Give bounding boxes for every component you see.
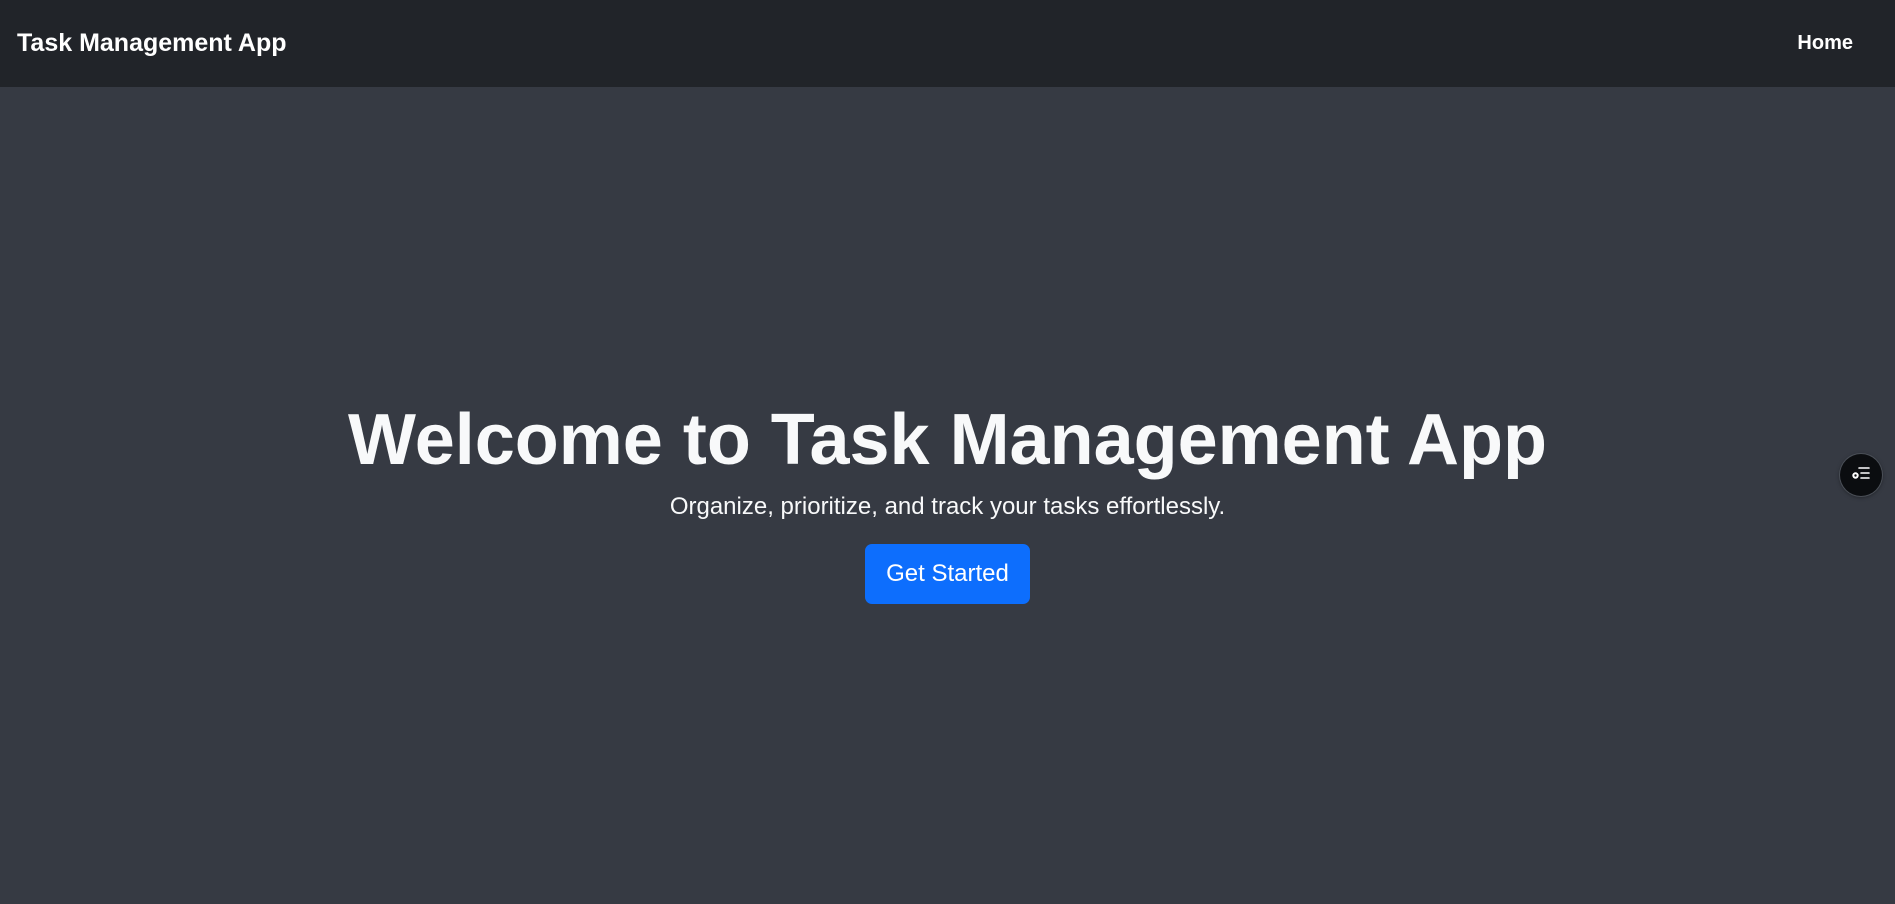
task-list-icon (1851, 465, 1871, 486)
hero-section: Welcome to Task Management App Organize,… (0, 87, 1895, 904)
get-started-button[interactable]: Get Started (865, 544, 1030, 605)
hero-subtitle: Organize, prioritize, and track your tas… (669, 493, 1226, 521)
navbar-brand[interactable]: Task Management App (17, 29, 287, 58)
hero-title: Welcome to Task Management App (348, 399, 1547, 480)
top-navbar: Task Management App Home (0, 0, 1895, 87)
nav-link-home[interactable]: Home (1797, 32, 1853, 55)
floating-task-list-button[interactable] (1840, 454, 1882, 496)
